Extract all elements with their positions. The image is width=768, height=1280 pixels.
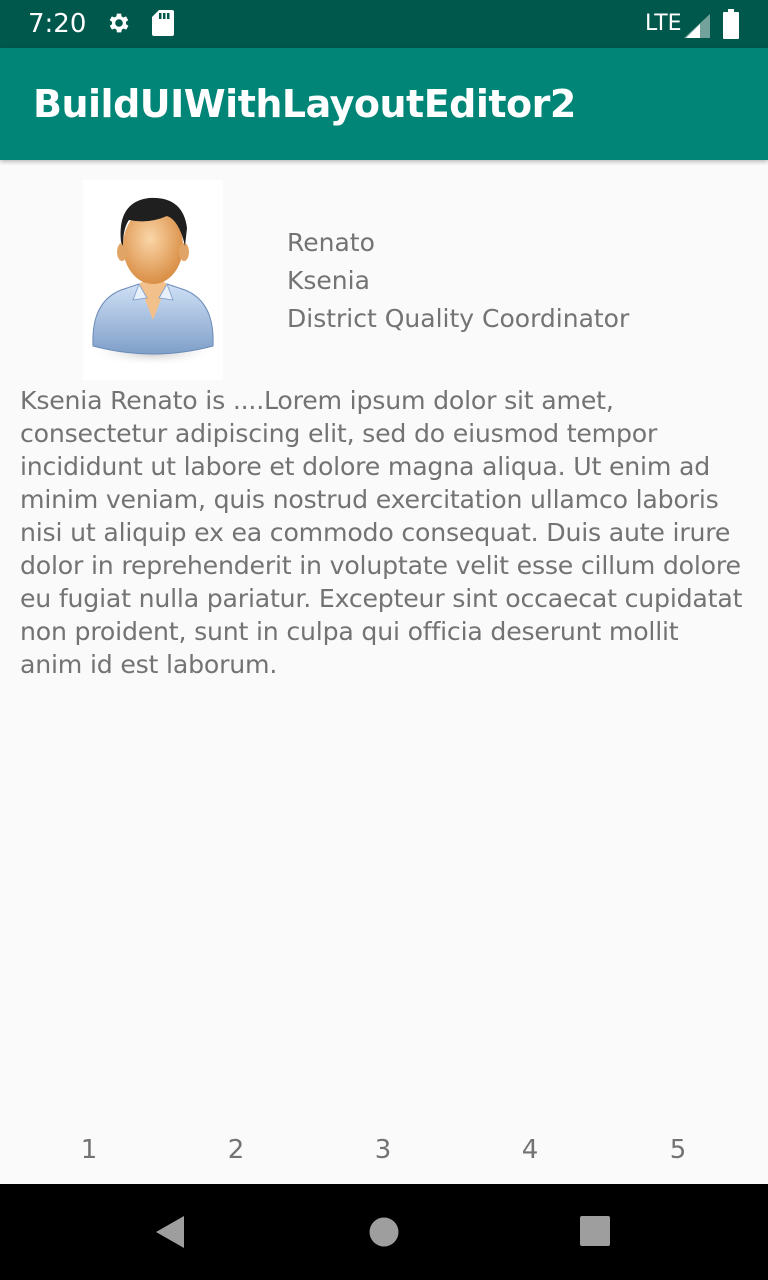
job-title: District Quality Coordinator xyxy=(287,304,630,333)
signal-icon xyxy=(684,14,710,43)
last-name: Ksenia xyxy=(287,266,370,295)
person-avatar-icon xyxy=(83,180,223,380)
item-2[interactable]: 2 xyxy=(206,1132,266,1168)
status-time: 7:20 xyxy=(28,9,87,39)
sd-card-icon xyxy=(152,10,174,41)
gear-icon xyxy=(106,10,132,41)
item-1[interactable]: 1 xyxy=(59,1132,119,1168)
network-type: LTE xyxy=(645,11,682,36)
app-bar: BuildUIWithLayoutEditor2 xyxy=(0,48,768,160)
app-title: BuildUIWithLayoutEditor2 xyxy=(33,82,576,126)
battery-icon xyxy=(723,9,739,44)
home-icon[interactable] xyxy=(364,1212,404,1252)
bio-text: Ksenia Renato is ....Lorem ipsum dolor s… xyxy=(20,386,743,679)
item-4[interactable]: 4 xyxy=(500,1132,560,1168)
app-screen: 7:20 LTE BuildUIWithLayoutEditor2 Renato… xyxy=(0,0,768,1280)
recents-icon[interactable] xyxy=(576,1212,616,1252)
navigation-bar xyxy=(0,1184,768,1280)
item-5[interactable]: 5 xyxy=(648,1132,708,1168)
item-3[interactable]: 3 xyxy=(353,1132,413,1168)
back-icon[interactable] xyxy=(152,1212,192,1252)
status-bar: 7:20 LTE xyxy=(0,0,768,48)
first-name: Renato xyxy=(287,228,375,257)
